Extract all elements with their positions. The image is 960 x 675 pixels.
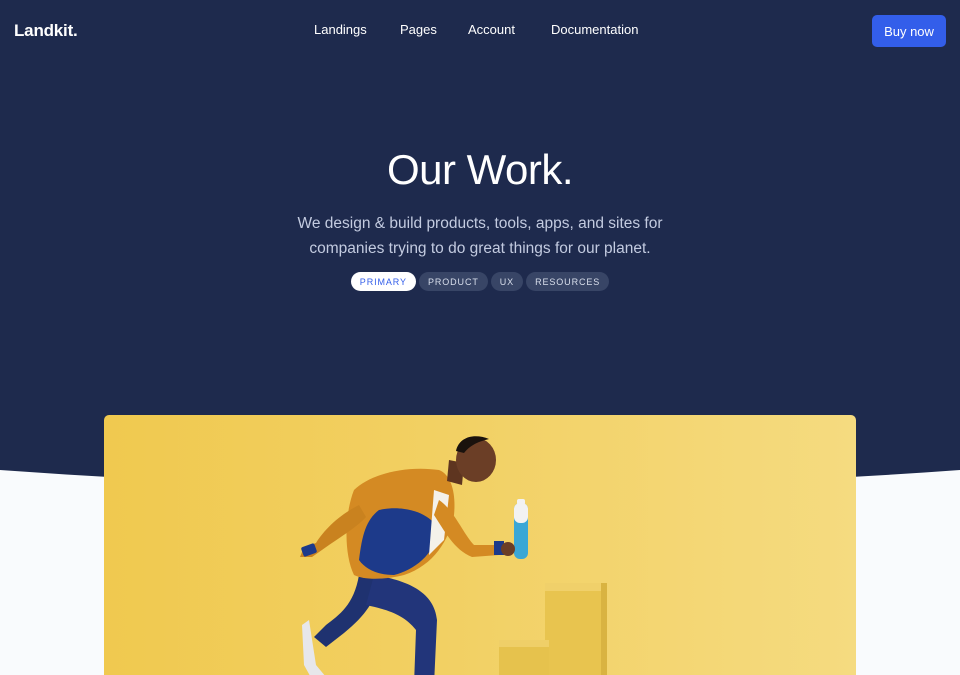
buy-now-button[interactable]: Buy now — [872, 15, 946, 47]
nav-link-pages[interactable]: Pages — [400, 22, 437, 37]
hero-lead-line-2: companies trying to do great things for … — [309, 240, 651, 257]
feature-illustration — [300, 436, 607, 675]
nav-link-account[interactable]: Account — [468, 22, 515, 37]
running-person — [300, 436, 528, 675]
hero-lead-line-1: We design & build products, tools, apps,… — [297, 215, 663, 232]
filter-primary[interactable]: PRIMARY — [350, 272, 416, 291]
filter-product[interactable]: PRODUCT — [418, 272, 488, 291]
category-filters: PRIMARY PRODUCT UX RESOURCES — [0, 272, 960, 291]
yellow-steps — [499, 583, 607, 675]
navbar: Landkit. Landings Pages Account Document… — [0, 0, 960, 62]
nav-link-landings[interactable]: Landings — [314, 22, 367, 37]
feature-image[interactable] — [104, 415, 856, 675]
nav-link-documentation[interactable]: Documentation — [551, 22, 638, 37]
hero-lead: We design & build products, tools, apps,… — [280, 211, 680, 261]
brand-logo[interactable]: Landkit. — [14, 21, 78, 41]
filter-ux[interactable]: UX — [490, 272, 524, 291]
filter-resources[interactable]: RESOURCES — [526, 272, 610, 291]
page-title: Our Work. — [386, 146, 574, 193]
